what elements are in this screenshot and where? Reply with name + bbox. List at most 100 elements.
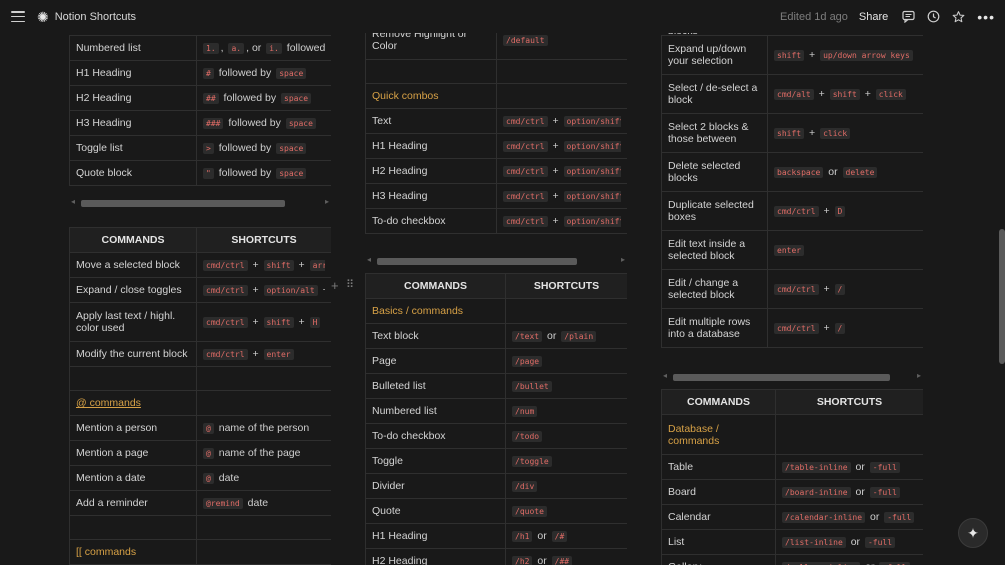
ai-assistant-sparkle-icon[interactable]: ✦ bbox=[958, 518, 988, 548]
table-row: Mention a person @ name of the person bbox=[69, 415, 331, 441]
shortcut-keys: ## followed by space bbox=[203, 92, 325, 104]
shortcuts-table: COMMANDS SHORTCUTS Move a selected block cm… bbox=[69, 227, 331, 565]
shortcut-cell: shift + click bbox=[767, 113, 923, 153]
shortcut-keys: /text or /plain bbox=[512, 330, 621, 342]
shortcut-cell: cmd/ctrl + option/shift bbox=[496, 108, 627, 134]
key-code: /text bbox=[512, 331, 543, 342]
key-code: H bbox=[309, 317, 321, 328]
table-row: Divider/div bbox=[365, 473, 627, 499]
scroll-left-arrow-icon[interactable]: ◂ bbox=[71, 197, 75, 206]
drag-handle-icon[interactable]: ⠿ bbox=[346, 278, 354, 291]
command-cell: Mention a date bbox=[69, 465, 197, 491]
table-row: H2 Heading cmd/ctrl + option/shift bbox=[365, 158, 627, 184]
key-code: -full bbox=[864, 537, 896, 548]
shortcut-keys: /table-inline or -full bbox=[782, 461, 917, 473]
key-joiner: or bbox=[544, 330, 560, 342]
shortcut-keys: # followed by space bbox=[203, 67, 325, 79]
table-row: To-do checkbox cmd/ctrl + option/shift bbox=[365, 208, 627, 234]
horizontal-scrollbar[interactable]: ◂ ▸ bbox=[661, 371, 923, 381]
more-options-icon[interactable]: ••• bbox=[977, 9, 995, 25]
page-vertical-scrollbar[interactable] bbox=[999, 229, 1005, 364]
table-row: Quote block " followed by space bbox=[69, 160, 331, 186]
shortcut-keys: cmd/ctrl + option/shift bbox=[503, 190, 621, 202]
horizontal-scrollbar[interactable]: ◂ ▸ bbox=[365, 255, 627, 265]
page-title[interactable]: Notion Shortcuts bbox=[55, 11, 136, 23]
scrollbar-thumb[interactable] bbox=[673, 374, 890, 381]
shortcut-cell: cmd/ctrl + option/shift bbox=[496, 183, 627, 209]
command-cell: Edit multiple rows into a database bbox=[661, 308, 768, 348]
shortcut-cell: /gallery-inline or -full bbox=[775, 554, 923, 565]
shortcut-cell: # followed by space bbox=[196, 60, 331, 86]
key-code: @ bbox=[203, 423, 214, 434]
shortcut-cell: 1., a., or i. followed by bbox=[196, 35, 331, 61]
command-cell: Select / de-select a block bbox=[661, 74, 768, 114]
key-joiner: or bbox=[862, 561, 877, 565]
key-code: shift bbox=[774, 50, 805, 61]
empty-cell bbox=[196, 390, 331, 416]
key-code: backspace bbox=[774, 167, 824, 178]
key-code: # bbox=[203, 68, 214, 79]
scroll-right-arrow-icon[interactable]: ▸ bbox=[325, 197, 329, 206]
key-code: enter bbox=[774, 245, 805, 256]
horizontal-scrollbar[interactable]: ◂ ▸ bbox=[69, 197, 331, 207]
key-code: /todo bbox=[512, 431, 543, 442]
scrollbar-thumb[interactable] bbox=[81, 200, 285, 207]
shortcut-cell: backspace or delete bbox=[767, 152, 923, 192]
table-row: Edit text inside a selected block enter bbox=[661, 230, 923, 270]
key-code: space bbox=[281, 93, 312, 104]
key-code: @remind bbox=[203, 498, 243, 509]
history-clock-icon[interactable] bbox=[927, 10, 940, 23]
section-row: [[ commands bbox=[69, 539, 331, 565]
key-code: option/shift bbox=[563, 191, 621, 202]
shortcut-cell: cmd/ctrl + D bbox=[767, 191, 923, 231]
add-block-plus-icon[interactable]: + bbox=[331, 278, 339, 293]
key-joiner: + bbox=[320, 284, 325, 296]
sidebar-menu-icon[interactable] bbox=[11, 11, 25, 22]
shortcut-keys: /board-inline or -full bbox=[782, 486, 917, 498]
key-joiner: + bbox=[549, 165, 562, 177]
key-code: cmd/ctrl bbox=[503, 216, 548, 227]
column-1: Numbered list1., a., or i. followed byH1… bbox=[69, 33, 331, 565]
key-code: /h1 bbox=[512, 531, 533, 542]
shortcut-cell: /calendar-inline or -full bbox=[775, 504, 923, 530]
key-joiner: + bbox=[806, 127, 819, 139]
key-code: cmd/ctrl bbox=[203, 317, 248, 328]
share-button[interactable]: Share bbox=[859, 11, 888, 23]
key-code: up/down arrow keys bbox=[820, 50, 913, 61]
command-cell: Modify the current block bbox=[69, 341, 197, 367]
key-code: space bbox=[285, 118, 316, 129]
key-joiner: or bbox=[534, 530, 550, 542]
shortcut-keys: /page bbox=[512, 355, 621, 367]
shortcut-keys: ### followed by space bbox=[203, 117, 325, 129]
scroll-right-arrow-icon[interactable]: ▸ bbox=[621, 255, 625, 264]
key-code: 1. bbox=[203, 43, 219, 54]
section-title[interactable]: @ commands bbox=[69, 390, 197, 416]
shortcut-keys: shift + up/down arrow keys bbox=[774, 49, 917, 61]
key-code: cmd/ctrl bbox=[774, 206, 819, 217]
key-joiner: followed by bbox=[286, 42, 325, 54]
table-row: Add a reminder @remind date bbox=[69, 490, 331, 516]
shortcut-cell: /num bbox=[505, 398, 627, 424]
scroll-right-arrow-icon[interactable]: ▸ bbox=[917, 371, 921, 380]
comments-icon[interactable] bbox=[902, 10, 915, 23]
key-joiner: followed by bbox=[225, 117, 284, 129]
shortcut-cell: cmd/ctrl + option/shift bbox=[496, 133, 627, 159]
key-joiner: + bbox=[295, 259, 308, 271]
favorite-star-icon[interactable] bbox=[952, 10, 965, 23]
scroll-left-arrow-icon[interactable]: ◂ bbox=[663, 371, 667, 380]
command-cell: Remove Highlight or Color bbox=[365, 33, 497, 60]
key-joiner: name of the page bbox=[215, 447, 301, 459]
key-joiner: + bbox=[549, 115, 562, 127]
command-cell: Expand up/down your selection bbox=[661, 35, 768, 75]
scroll-left-arrow-icon[interactable]: ◂ bbox=[367, 255, 371, 264]
shortcut-keys: cmd/ctrl + option/alt + bbox=[203, 284, 325, 296]
shortcut-keys: cmd/ctrl + option/shift bbox=[503, 215, 621, 227]
scrollbar-thumb[interactable] bbox=[377, 258, 577, 265]
shortcuts-table: COMMANDS SHORTCUTS Database / commands Tabl… bbox=[661, 389, 923, 565]
shortcut-keys: /toggle bbox=[512, 455, 621, 467]
key-code: /## bbox=[551, 556, 573, 565]
shortcut-cell bbox=[196, 515, 331, 540]
command-cell: H2 Heading bbox=[365, 548, 506, 565]
key-code: cmd/ctrl bbox=[503, 141, 548, 152]
table-row: Edit / change a selected block cmd/ctrl +… bbox=[661, 269, 923, 309]
